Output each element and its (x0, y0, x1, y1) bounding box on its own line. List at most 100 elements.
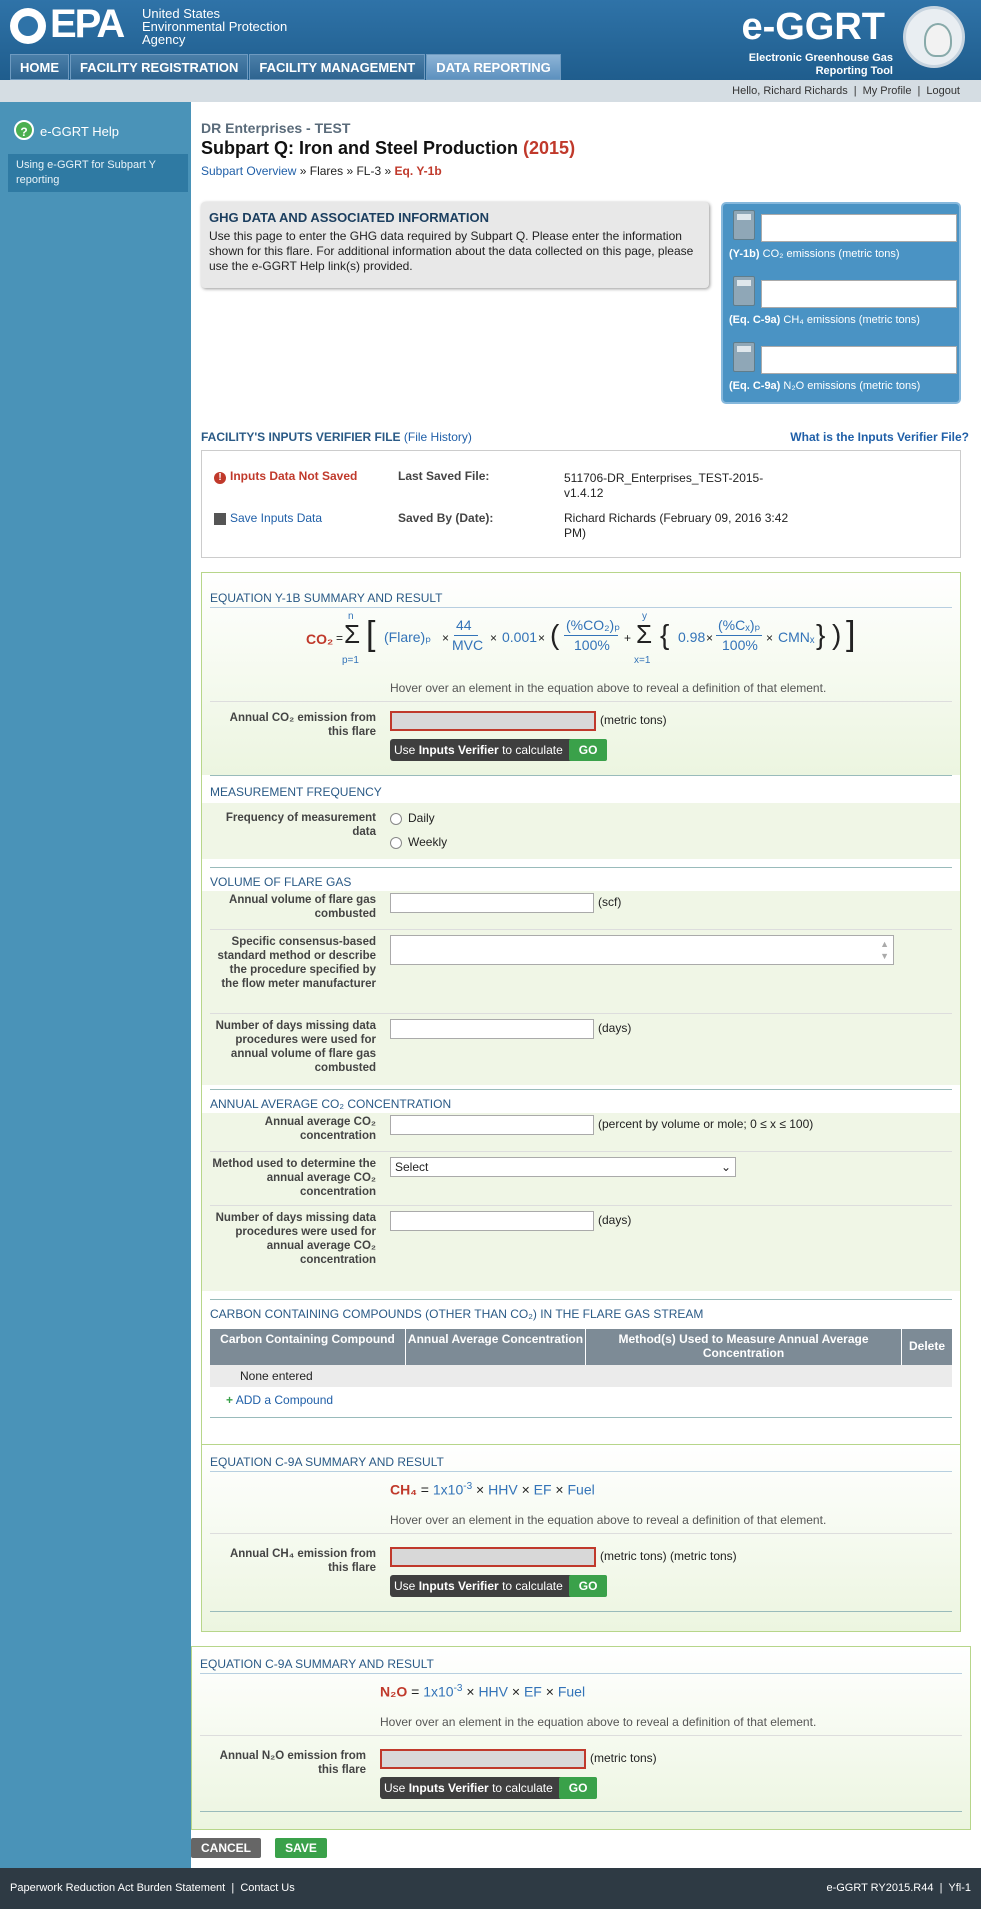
eq-coef: 1x10 (432, 1481, 464, 1498)
brace-close: } (816, 619, 826, 650)
go-button[interactable]: GO (568, 739, 608, 761)
sidebar-item-subpart-y[interactable]: Using e-GGRT for Subpart Y reporting (8, 154, 188, 192)
n2o-equation[interactable]: N₂O = 1x10-3 × HHV × EF × Fuel (380, 1683, 585, 1700)
weekly-radio[interactable] (390, 836, 402, 849)
co2-emissions-row: (Y-1b) CO₂ emissions (metric tons) (723, 210, 959, 268)
nav-data-reporting[interactable]: DATA REPORTING (426, 54, 561, 80)
weekly-option[interactable]: Weekly (390, 835, 447, 849)
eq-flare: (Flare)ₚ (384, 629, 432, 645)
nav-home[interactable]: HOME (10, 54, 69, 80)
co2-emission-field[interactable] (390, 711, 596, 731)
eq-n2o: N₂O (380, 1683, 408, 1700)
breadcrumb-overview[interactable]: Subpart Overview (201, 164, 296, 178)
ch4-emission-field[interactable] (390, 1547, 596, 1567)
brace-open: { (660, 619, 670, 650)
info-title: GHG DATA AND ASSOCIATED INFORMATION (209, 210, 489, 225)
calculator-icon (733, 276, 755, 306)
btn-post: to calculate (502, 1579, 563, 1593)
sep: » (299, 164, 307, 178)
nav-facility-management[interactable]: FACILITY MANAGEMENT (249, 54, 426, 80)
btn-bold: Inputs Verifier (418, 743, 499, 757)
not-saved-status: ! Inputs Data Not Saved (214, 469, 357, 484)
eq-098: 0.98 (678, 629, 706, 645)
ch4-panel: EQUATION C-9a SUMMARY AND RESULT CH₄ = 1… (201, 1444, 961, 1632)
sidebar: ? e-GGRT Help Using e-GGRT for Subpart Y … (0, 102, 191, 1868)
contact-link[interactable]: Contact Us (240, 1882, 294, 1894)
ch4-equation[interactable]: CH₄ = 1x10-3 × HHV × EF × Fuel (390, 1481, 595, 1498)
nav-facility-registration[interactable]: FACILITY REGISTRATION (70, 54, 249, 80)
eq-ref: (Y-1b) (729, 248, 760, 260)
emissions-box: (Y-1b) CO₂ emissions (metric tons) (Eq. … (721, 202, 961, 404)
eq-pct: 100% (722, 637, 758, 653)
help-label: e-GGRT Help (40, 124, 119, 139)
divider (210, 929, 952, 930)
eggrt-logo[interactable]: e-GGRT Electronic Greenhouse Gas Reporti… (725, 2, 965, 80)
y1b-hint: Hover over an element in the equation ab… (390, 681, 827, 695)
freq-row: Frequency of measurement data Daily Week… (202, 803, 960, 859)
eq-co2: CO₂ (306, 631, 334, 647)
sep: | (853, 85, 857, 97)
file-history-link[interactable]: (File History) (404, 430, 472, 444)
divider (210, 1013, 952, 1014)
n2o-emission-field[interactable] (380, 1749, 586, 1769)
co2-days-unit: (days) (598, 1213, 632, 1227)
sep: | (939, 1882, 943, 1894)
freq-heading: MEASUREMENT FREQUENCY (210, 785, 382, 799)
eq-ref: (Eq. C-9a) (729, 314, 781, 326)
ch4-verifier-button[interactable]: Use Inputs Verifier to calculate GO (390, 1575, 608, 1597)
col-concentration: Annual Average Concentration (406, 1329, 586, 1365)
go-button[interactable]: GO (568, 1575, 608, 1597)
daily-option[interactable]: Daily (390, 811, 435, 825)
add-compound-link[interactable]: + ADD a Compound (226, 1393, 333, 1407)
floppy-disk-icon (214, 512, 226, 525)
verifier-heading: FACILITY'S INPUTS VERIFIER FILE (File Hi… (201, 430, 472, 444)
divider (210, 1533, 952, 1534)
eq-times: × (555, 1481, 564, 1498)
y1b-equation[interactable]: CO₂ = n Σ p=1 [ (Flare)ₚ × 44 MVC × 0.00… (306, 611, 866, 675)
compounds-heading: CARBON CONTAINING COMPOUNDS (OTHER THAN … (210, 1307, 704, 1321)
co2-days-input[interactable] (390, 1211, 594, 1231)
divider (210, 1299, 952, 1300)
help-link[interactable]: ? e-GGRT Help (14, 120, 119, 140)
co2-verifier-button[interactable]: Use Inputs Verifier to calculate GO (390, 739, 608, 761)
info-text: Use this page to enter the GHG data requ… (209, 229, 694, 273)
my-profile-link[interactable]: My Profile (863, 85, 912, 97)
co2-method-select[interactable]: Select ⌄ (390, 1157, 736, 1177)
save-inputs-link[interactable]: Save Inputs Data (214, 511, 322, 525)
avg-co2-unit: (percent by volume or mole; 0 ≤ x ≤ 100) (598, 1117, 814, 1131)
vol-days-input[interactable] (390, 1019, 594, 1039)
co2-method-label: Method used to determine the annual aver… (212, 1158, 376, 1198)
volume-heading: VOLUME OF FLARE GAS (210, 875, 352, 889)
n2o-emissions-output (761, 346, 957, 374)
freq-label: Frequency of measurement data (225, 812, 376, 838)
epa-flower-icon (10, 8, 46, 44)
logout-link[interactable]: Logout (926, 85, 960, 97)
epa-logo[interactable]: EPA United States Environmental Protecti… (10, 2, 290, 46)
eq-44: 44 (456, 617, 472, 633)
eq-fuel: Fuel (557, 1683, 586, 1700)
go-button[interactable]: GO (558, 1777, 598, 1799)
sep: | (231, 1882, 235, 1894)
method-textarea[interactable]: ▲ ▼ (390, 935, 894, 965)
divider (210, 775, 952, 776)
eq-times: × (476, 1481, 485, 1498)
select-value: Select (395, 1160, 429, 1174)
n2o-section: EQUATION C-9a SUMMARY AND RESULT N₂O = 1… (192, 1647, 970, 1829)
volume-input[interactable] (390, 893, 594, 913)
cancel-button[interactable]: CANCEL (191, 1838, 261, 1858)
divider (210, 1417, 952, 1418)
save-button[interactable]: SAVE (275, 1838, 327, 1858)
divider (200, 1811, 962, 1812)
eq-0001: 0.001 (502, 629, 538, 645)
info-box: GHG DATA AND ASSOCIATED INFORMATION Use … (201, 202, 709, 288)
paperwork-link[interactable]: Paperwork Reduction Act Burden Statement (10, 1882, 225, 1894)
daily-radio[interactable] (390, 812, 402, 825)
n2o-emission-label: Annual N₂O emission from this flare (219, 1750, 366, 1776)
what-is-verifier-link[interactable]: What is the Inputs Verifier File? (790, 430, 969, 444)
n2o-verifier-button[interactable]: Use Inputs Verifier to calculate GO (380, 1777, 598, 1799)
btn-pre: Use (384, 1781, 406, 1795)
divider (210, 867, 952, 868)
app-name: e-GGRT (741, 6, 885, 48)
paren-close: ) (832, 619, 842, 650)
avg-co2-input[interactable] (390, 1115, 594, 1135)
